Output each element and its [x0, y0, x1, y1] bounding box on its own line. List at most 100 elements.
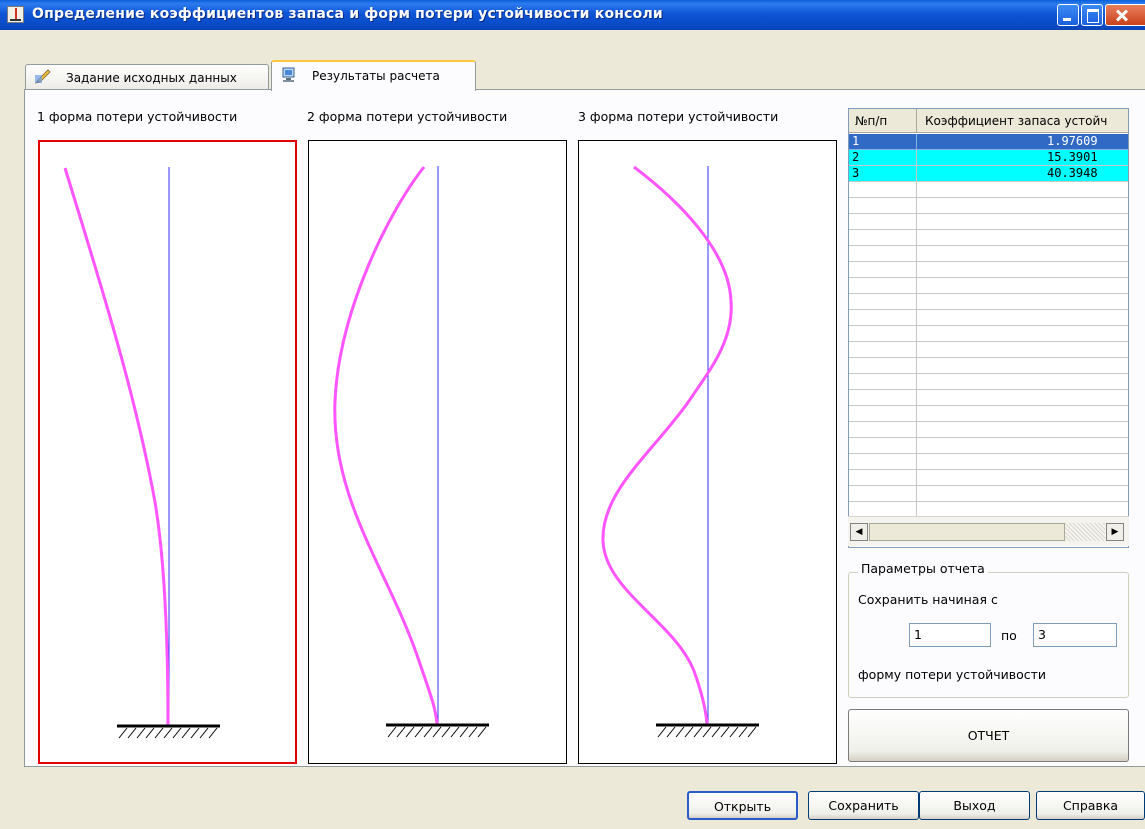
- column-header-coefficient[interactable]: Коэффициент запаса устойч: [917, 109, 1128, 133]
- buckling-curve: [333, 166, 439, 725]
- empty-table-row: [849, 262, 1128, 278]
- save-button[interactable]: Сохранить: [808, 791, 919, 820]
- table-row[interactable]: 2 15.3901: [849, 150, 1128, 166]
- empty-cell: [849, 230, 917, 246]
- empty-cell: [917, 310, 1128, 326]
- cell-coefficient: 15.3901: [917, 150, 1128, 166]
- buckling-curve: [601, 165, 733, 725]
- table-row[interactable]: 1 1.97609: [849, 134, 1128, 150]
- empty-table-row: [849, 470, 1128, 486]
- empty-cell: [917, 486, 1128, 502]
- to-label: по: [1001, 628, 1017, 643]
- buckling-shape-3[interactable]: [578, 140, 837, 764]
- empty-cell: [917, 470, 1128, 486]
- empty-cell: [917, 230, 1128, 246]
- empty-cell: [849, 310, 917, 326]
- scroll-right-icon[interactable]: ▶: [1106, 523, 1124, 541]
- empty-cell: [917, 294, 1128, 310]
- empty-cell: [849, 374, 917, 390]
- empty-cell: [849, 294, 917, 310]
- empty-cell: [849, 246, 917, 262]
- shape-caption-2: 2 форма потери устойчивости: [307, 109, 508, 124]
- to-shape-input[interactable]: 3: [1033, 623, 1117, 647]
- save-from-label: Сохранить начиная с: [858, 592, 998, 607]
- support-hatch: [657, 726, 757, 738]
- table-row[interactable]: 3 40.3948: [849, 166, 1128, 182]
- empty-table-row: [849, 182, 1128, 198]
- empty-cell: [849, 342, 917, 358]
- maximize-icon[interactable]: [1081, 4, 1103, 26]
- column-header-number[interactable]: №п/п: [849, 109, 917, 133]
- tab-results[interactable]: Результаты расчета: [271, 60, 476, 91]
- empty-table-row: [849, 342, 1128, 358]
- close-icon[interactable]: [1105, 4, 1145, 26]
- empty-table-row: [849, 406, 1128, 422]
- empty-table-row: [849, 326, 1128, 342]
- tab-results-label: Результаты расчета: [312, 69, 440, 83]
- help-button[interactable]: Справка: [1036, 791, 1145, 820]
- cell-number: 3: [849, 166, 917, 182]
- empty-cell: [917, 422, 1128, 438]
- empty-table-row: [849, 486, 1128, 502]
- empty-cell: [849, 422, 917, 438]
- empty-cell: [917, 262, 1128, 278]
- empty-cell: [849, 182, 917, 198]
- empty-cell: [917, 406, 1128, 422]
- table-horizontal-scrollbar[interactable]: ◀ ▶: [848, 516, 1129, 546]
- empty-table-row: [849, 358, 1128, 374]
- buckling-shape-3-plot: [601, 165, 759, 738]
- buckling-curve: [63, 167, 170, 726]
- empty-cell: [917, 198, 1128, 214]
- report-button[interactable]: ОТЧЕТ: [848, 709, 1129, 762]
- exit-button[interactable]: Выход: [919, 791, 1030, 820]
- empty-cell: [917, 342, 1128, 358]
- title-bar: Определение коэффициентов запаса и форм …: [0, 0, 1145, 30]
- empty-cell: [849, 470, 917, 486]
- buckling-shape-1[interactable]: [38, 140, 297, 764]
- coefficients-table[interactable]: №п/п Коэффициент запаса устойч 1 1.97609…: [848, 108, 1129, 548]
- cell-coefficient: 40.3948: [917, 166, 1128, 182]
- from-shape-input[interactable]: 1: [909, 623, 991, 647]
- empty-cell: [849, 486, 917, 502]
- empty-cell: [917, 390, 1128, 406]
- tab-input-data[interactable]: Задание исходных данных: [25, 64, 269, 90]
- empty-table-row: [849, 454, 1128, 470]
- empty-table-row: [849, 310, 1128, 326]
- empty-table-row: [849, 390, 1128, 406]
- cell-number: 1: [849, 134, 917, 150]
- empty-cell: [917, 246, 1128, 262]
- empty-table-row: [849, 246, 1128, 262]
- empty-cell: [849, 406, 917, 422]
- scroll-thumb[interactable]: [869, 523, 1065, 541]
- shape-caption-3: 3 форма потери устойчивости: [578, 109, 779, 124]
- empty-table-row: [849, 278, 1128, 294]
- empty-cell: [849, 438, 917, 454]
- empty-cell: [917, 374, 1128, 390]
- shape-suffix-label: форму потери устойчивости: [858, 667, 1047, 682]
- empty-cell: [849, 198, 917, 214]
- empty-cell: [917, 358, 1128, 374]
- buckling-shape-2[interactable]: [308, 140, 567, 764]
- minimize-icon[interactable]: [1057, 4, 1079, 26]
- computer-results-icon: [282, 67, 295, 82]
- open-button[interactable]: Открыть: [687, 791, 798, 820]
- empty-cell: [849, 262, 917, 278]
- empty-cell: [917, 438, 1128, 454]
- empty-cell: [917, 182, 1128, 198]
- buckling-shape-2-plot: [333, 166, 489, 738]
- empty-cell: [849, 358, 917, 374]
- shape-caption-1: 1 форма потери устойчивости: [37, 109, 238, 124]
- empty-table-row: [849, 214, 1128, 230]
- buckling-shape-1-plot: [63, 167, 220, 739]
- window-title: Определение коэффициентов запаса и форм …: [32, 6, 663, 22]
- scroll-left-icon[interactable]: ◀: [850, 523, 868, 541]
- empty-cell: [917, 326, 1128, 342]
- cell-number: 2: [849, 150, 917, 166]
- empty-table-row: [849, 374, 1128, 390]
- empty-cell: [849, 278, 917, 294]
- empty-cell: [849, 454, 917, 470]
- empty-cell: [849, 214, 917, 230]
- report-params-legend: Параметры отчета: [858, 561, 988, 576]
- scroll-track[interactable]: [1065, 523, 1105, 541]
- edit-data-icon: [35, 69, 51, 84]
